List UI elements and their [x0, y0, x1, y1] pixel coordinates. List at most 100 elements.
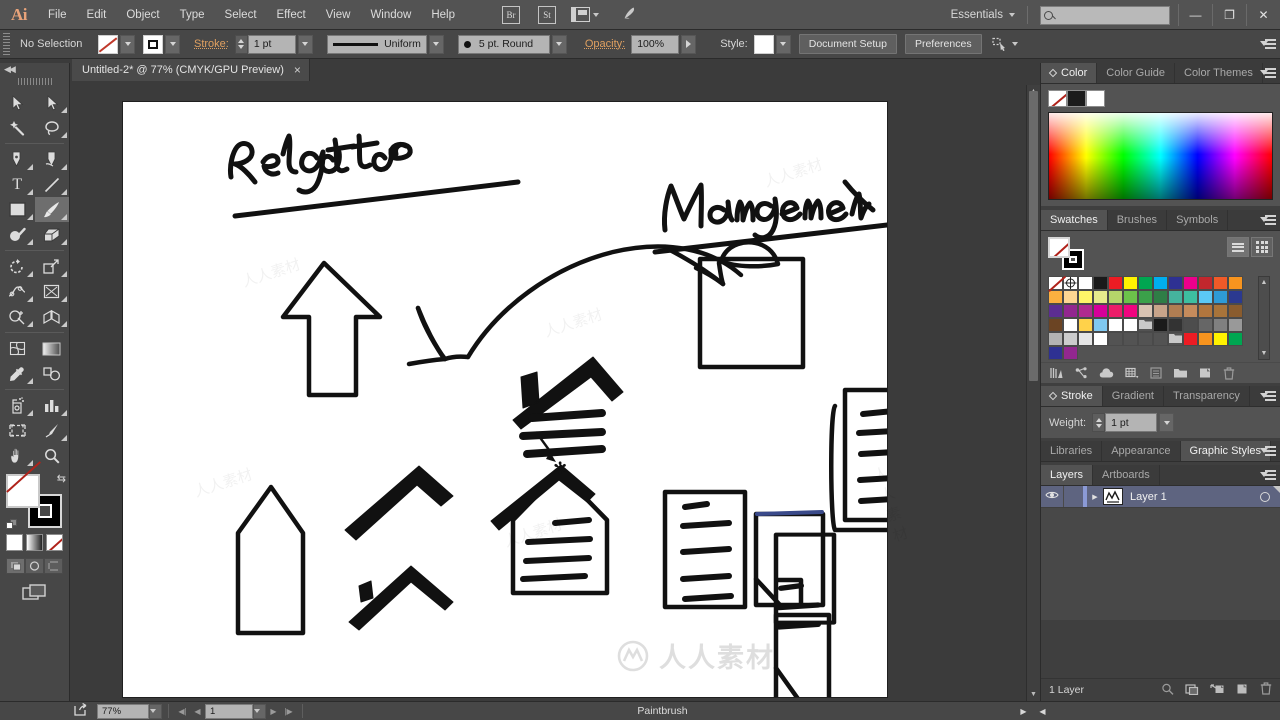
make-clipping-mask-icon[interactable]	[1185, 683, 1199, 698]
swatch-cell[interactable]	[1048, 318, 1063, 332]
scale-tool[interactable]	[35, 254, 70, 279]
swatch-cell[interactable]	[1213, 276, 1228, 290]
tab-appearance[interactable]: Appearance	[1102, 441, 1181, 461]
restore-button[interactable]: ❐	[1212, 4, 1246, 26]
hand-tool[interactable]	[0, 443, 35, 468]
pen-tool[interactable]	[0, 147, 35, 172]
swatch-cell[interactable]	[1153, 290, 1168, 304]
menu-window[interactable]: Window	[360, 0, 421, 30]
menu-file[interactable]: File	[38, 0, 77, 30]
arrange-documents-icon[interactable]	[571, 7, 590, 22]
fill-stroke-control[interactable]: ⇆	[6, 473, 66, 530]
swatch-cell[interactable]	[1093, 276, 1108, 290]
layers-panel-menu-icon[interactable]	[1260, 469, 1276, 483]
swatch-cell[interactable]	[1168, 318, 1183, 332]
swatch-cell[interactable]	[1063, 290, 1078, 304]
swatches-panel-menu-icon[interactable]	[1260, 214, 1276, 228]
control-bar-gripper[interactable]	[3, 33, 10, 55]
swatch-cell[interactable]	[1183, 290, 1198, 304]
fill-color-swatch[interactable]	[98, 34, 118, 54]
chevron-down-icon[interactable]	[1009, 13, 1015, 17]
selection-tool[interactable]	[0, 90, 35, 115]
menu-edit[interactable]: Edit	[77, 0, 117, 30]
swatch-cell[interactable]	[1168, 290, 1183, 304]
opacity-field[interactable]: 100%	[631, 34, 680, 54]
swatch-cell[interactable]	[1228, 332, 1243, 346]
menu-view[interactable]: View	[316, 0, 361, 30]
tab-stroke[interactable]: Stroke	[1041, 386, 1103, 406]
previous-artboard-button[interactable]: ◀	[190, 707, 205, 716]
swatch-empty[interactable]	[1138, 332, 1153, 346]
opacity-dropdown[interactable]	[681, 34, 697, 54]
stroke-weight-stepper[interactable]	[234, 34, 248, 54]
zoom-level-dropdown[interactable]	[149, 703, 162, 719]
rectangle-tool[interactable]	[0, 197, 35, 222]
graphic-style-swatch[interactable]	[753, 34, 774, 54]
direct-selection-tool[interactable]	[35, 90, 70, 115]
draw-behind-icon[interactable]	[25, 558, 44, 574]
layer-name[interactable]: Layer 1	[1130, 491, 1260, 503]
change-screen-mode-button[interactable]	[0, 584, 69, 602]
swatch-cell[interactable]	[1183, 318, 1198, 332]
tab-graphic-styles[interactable]: Graphic Styles	[1180, 441, 1272, 461]
swatch-cell[interactable]	[1228, 304, 1243, 318]
swatch-cell[interactable]	[1213, 332, 1228, 346]
tab-symbols[interactable]: Symbols	[1167, 210, 1229, 230]
list-view-button[interactable]	[1227, 237, 1249, 257]
menu-select[interactable]: Select	[215, 0, 267, 30]
swatch-empty[interactable]	[1123, 332, 1138, 346]
close-button[interactable]: ✕	[1246, 4, 1280, 26]
shaper-tool[interactable]	[0, 222, 35, 247]
stroke-weight-stepper[interactable]	[1092, 413, 1106, 432]
swatch-registration[interactable]	[1063, 276, 1078, 290]
color-spectrum-ramp[interactable]	[1048, 112, 1273, 200]
layers-list-body[interactable]	[1041, 508, 1280, 620]
width-tool[interactable]	[0, 279, 35, 304]
symbol-sprayer-tool[interactable]	[0, 393, 35, 418]
close-icon[interactable]: ×	[294, 63, 301, 77]
tab-libraries[interactable]: Libraries	[1041, 441, 1103, 461]
column-graph-tool[interactable]	[35, 393, 70, 418]
swatch-cell[interactable]	[1123, 290, 1138, 304]
select-similar-icon[interactable]	[991, 37, 1026, 51]
search-field[interactable]	[1040, 5, 1170, 25]
swatch-cell[interactable]	[1228, 290, 1243, 304]
tab-color-guide[interactable]: Color Guide	[1097, 63, 1175, 83]
swatch-cell[interactable]	[1063, 318, 1078, 332]
eye-icon[interactable]	[1041, 490, 1063, 503]
graphic-style-dropdown[interactable]	[775, 34, 791, 54]
color-group-icon[interactable]	[1075, 367, 1088, 379]
lock-toggle[interactable]	[1063, 486, 1083, 507]
swatch-cell[interactable]	[1063, 332, 1078, 346]
last-artboard-button[interactable]: |▶	[281, 707, 296, 716]
swatch-cell[interactable]	[1048, 290, 1063, 304]
swatch-cell[interactable]	[1048, 304, 1063, 318]
control-bar-menu-icon[interactable]	[1260, 38, 1276, 52]
fill-swatch-large[interactable]	[6, 474, 40, 508]
next-artboard-button[interactable]: ▶	[266, 707, 281, 716]
color-mode-gradient-icon[interactable]	[26, 534, 43, 551]
document-setup-button[interactable]: Document Setup	[798, 34, 897, 54]
swatch-cell[interactable]	[1198, 332, 1213, 346]
swatch-empty[interactable]	[1108, 332, 1123, 346]
create-new-sublayer-icon[interactable]	[1210, 683, 1225, 698]
swatch-cell[interactable]	[1123, 318, 1138, 332]
swatch-cell[interactable]	[1108, 304, 1123, 318]
hscroll-left-icon[interactable]: ◀	[1035, 707, 1050, 716]
brush-definition-dropdown[interactable]	[551, 34, 567, 54]
artboard-tool[interactable]	[0, 418, 35, 443]
opacity-label[interactable]: Opacity:	[579, 38, 631, 50]
type-tool[interactable]: T	[0, 172, 35, 197]
menu-help[interactable]: Help	[421, 0, 465, 30]
tools-collapse-button[interactable]: ◀◀	[0, 63, 69, 75]
minimize-button[interactable]: —	[1178, 4, 1212, 26]
blend-tool[interactable]	[35, 361, 70, 386]
color-panel-menu-icon[interactable]	[1260, 67, 1276, 81]
swatch-none[interactable]	[1048, 275, 1066, 292]
swatch-cell[interactable]	[1048, 346, 1063, 360]
fill-dropdown[interactable]	[120, 34, 135, 54]
stroke-profile-dropdown[interactable]	[428, 34, 444, 54]
menu-object[interactable]: Object	[116, 0, 169, 30]
swatch-group-folder[interactable]	[1168, 332, 1183, 346]
share-icon[interactable]	[74, 702, 89, 719]
